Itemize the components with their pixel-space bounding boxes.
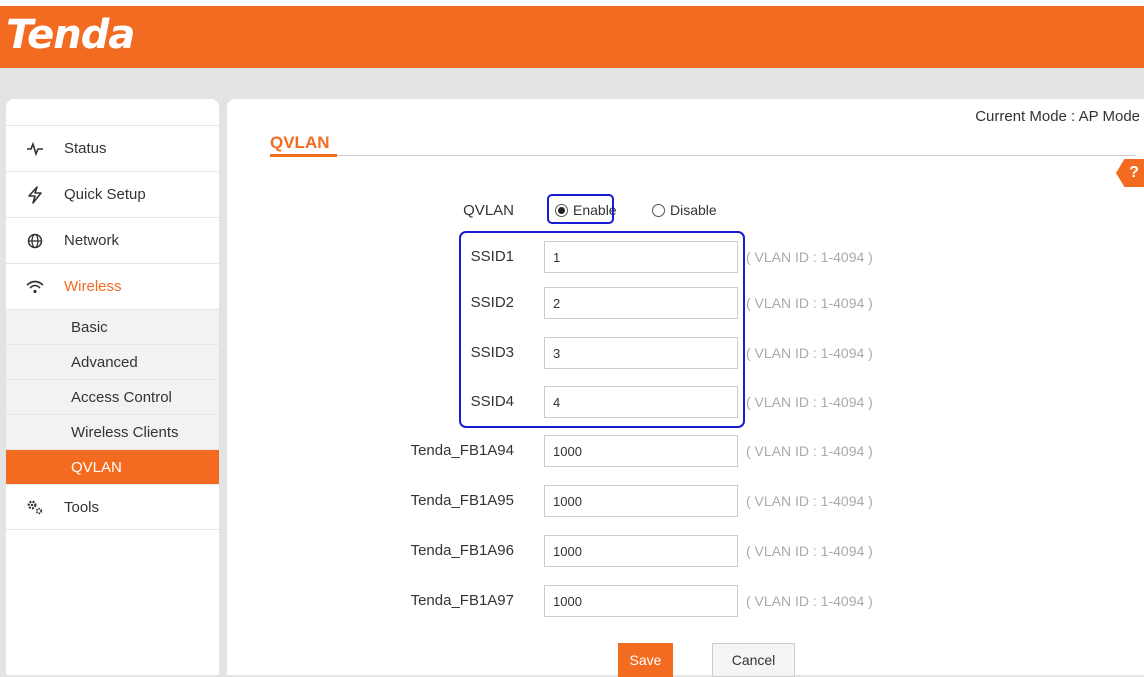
title-accent-bar (270, 154, 337, 157)
sidebar-item-label: Wireless (64, 278, 122, 295)
sidebar-subitem-advanced[interactable]: Advanced (6, 344, 219, 379)
save-button[interactable]: Save (618, 643, 673, 677)
sidebar-item-status[interactable]: Status (6, 125, 219, 171)
header-strip (0, 68, 1144, 98)
disable-radio-label: Disable (670, 202, 717, 218)
vlan-range-hint: ( VLAN ID : 1-4094 ) (746, 443, 873, 459)
vlan-id-input-tenda-fb1a96[interactable] (544, 535, 738, 567)
enable-highlight-box (547, 194, 614, 224)
vlan-row-tenda-fb1a95: Tenda_FB1A95 ( VLAN ID : 1-4094 ) (227, 485, 1144, 517)
current-mode-text: Current Mode : AP Mode (975, 108, 1140, 125)
vlan-range-hint: ( VLAN ID : 1-4094 ) (746, 543, 873, 559)
sidebar-subitem-access-control[interactable]: Access Control (6, 379, 219, 414)
page-title: QVLAN (270, 133, 330, 152)
qvlan-label: QVLAN (463, 202, 514, 219)
gears-icon (24, 499, 46, 515)
qvlan-toggle-row: QVLAN Enable Disable (227, 197, 1144, 225)
vlan-range-hint: ( VLAN ID : 1-4094 ) (746, 249, 873, 265)
sidebar-item-label: Quick Setup (64, 186, 146, 203)
sidebar-item-label: Status (64, 140, 107, 157)
sidebar-item-quick-setup[interactable]: Quick Setup (6, 171, 219, 217)
row-label: Tenda_FB1A96 (410, 542, 514, 559)
ssid-highlight-box (459, 231, 745, 428)
disable-radio[interactable]: Disable (652, 202, 717, 218)
vlan-row-tenda-fb1a96: Tenda_FB1A96 ( VLAN ID : 1-4094 ) (227, 535, 1144, 567)
wireless-submenu: Basic Advanced Access Control Wireless C… (6, 309, 219, 484)
row-label: Tenda_FB1A97 (410, 592, 514, 609)
sidebar-subitem-basic[interactable]: Basic (6, 309, 219, 344)
globe-icon (24, 233, 46, 249)
row-label: Tenda_FB1A95 (410, 492, 514, 509)
vlan-id-input-tenda-fb1a97[interactable] (544, 585, 738, 617)
vlan-range-hint: ( VLAN ID : 1-4094 ) (746, 593, 873, 609)
sidebar-subitem-qvlan[interactable]: QVLAN (6, 449, 219, 484)
sidebar-subitem-wireless-clients[interactable]: Wireless Clients (6, 414, 219, 449)
vlan-range-hint: ( VLAN ID : 1-4094 ) (746, 493, 873, 509)
title-divider (270, 155, 1136, 156)
sidebar: Status Quick Setup Network Wireless Basi… (6, 99, 219, 675)
row-label: Tenda_FB1A94 (410, 442, 514, 459)
vlan-row-tenda-fb1a94: Tenda_FB1A94 ( VLAN ID : 1-4094 ) (227, 435, 1144, 467)
vlan-range-hint: ( VLAN ID : 1-4094 ) (746, 345, 873, 361)
sidebar-item-label: Tools (64, 498, 100, 516)
cancel-button[interactable]: Cancel (712, 643, 795, 677)
sidebar-item-label: Network (64, 232, 120, 249)
main-panel: Current Mode : AP Mode QVLAN ? QVLAN Ena… (227, 99, 1144, 677)
help-button[interactable]: ? (1116, 159, 1144, 187)
vlan-range-hint: ( VLAN ID : 1-4094 ) (746, 295, 873, 311)
lightning-icon (24, 185, 46, 204)
top-header: Tenda (0, 0, 1144, 68)
tenda-logo: Tenda (6, 12, 135, 58)
sidebar-item-tools[interactable]: Tools (6, 484, 219, 530)
vlan-row-tenda-fb1a97: Tenda_FB1A97 ( VLAN ID : 1-4094 ) (227, 585, 1144, 617)
pulse-icon (24, 141, 46, 157)
vlan-id-input-tenda-fb1a95[interactable] (544, 485, 738, 517)
wifi-icon (24, 280, 46, 294)
sidebar-menu: Status Quick Setup Network Wireless Basi… (6, 125, 219, 530)
vlan-range-hint: ( VLAN ID : 1-4094 ) (746, 394, 873, 410)
vlan-id-input-tenda-fb1a94[interactable] (544, 435, 738, 467)
radio-unselected-icon (652, 203, 665, 217)
sidebar-item-wireless[interactable]: Wireless (6, 263, 219, 309)
sidebar-item-network[interactable]: Network (6, 217, 219, 263)
